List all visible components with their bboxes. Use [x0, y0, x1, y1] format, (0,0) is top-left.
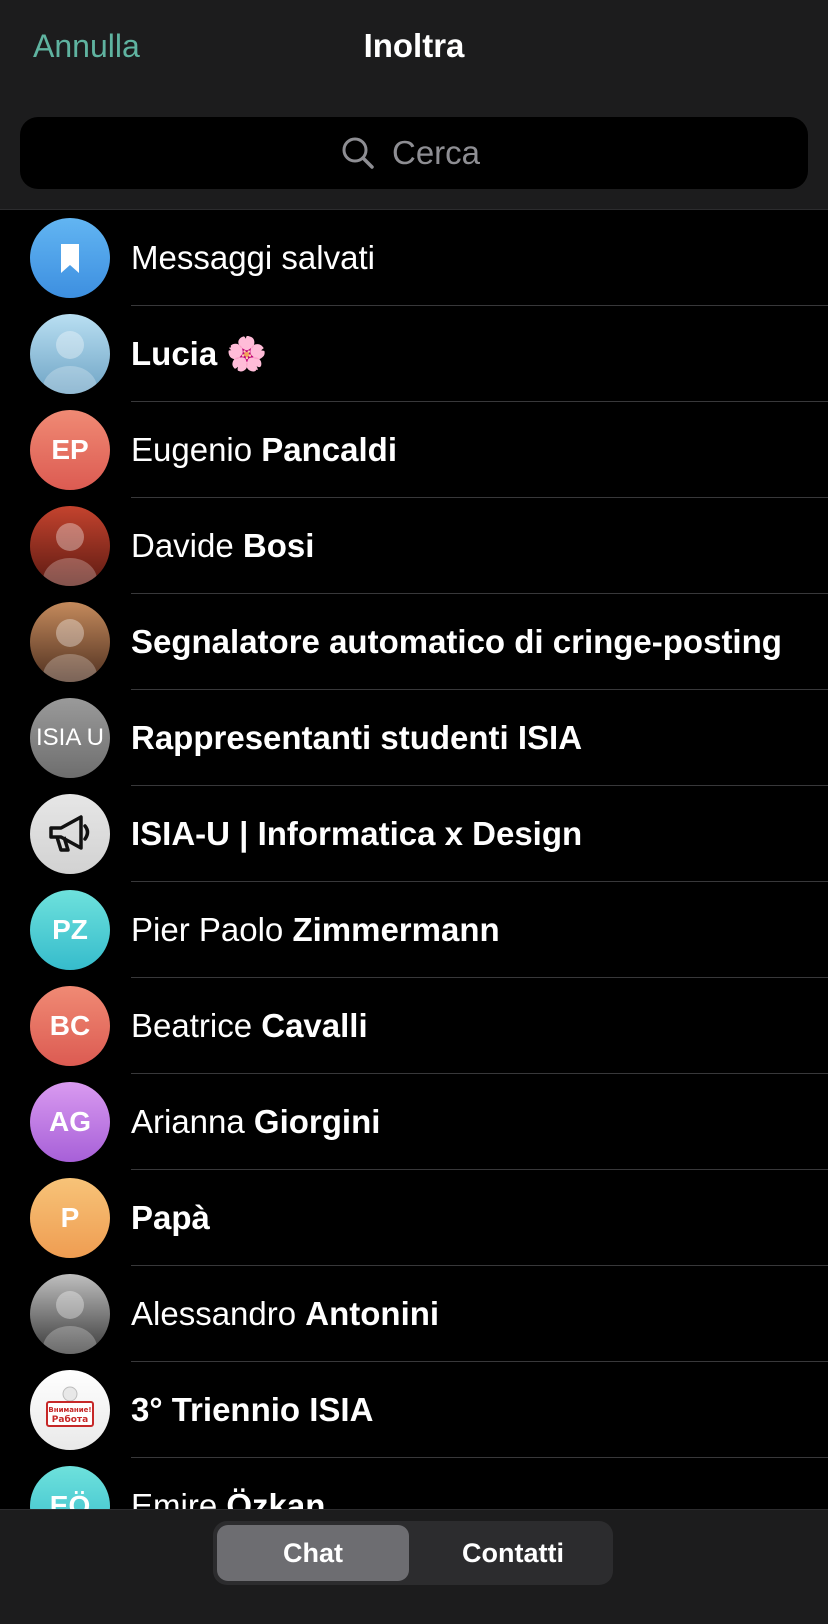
- avatar-initials: P: [60, 1202, 80, 1233]
- chat-row[interactable]: BC Beatrice Cavalli: [0, 978, 828, 1074]
- chat-row[interactable]: ISIA-U | Informatica x Design: [0, 786, 828, 882]
- chat-row[interactable]: P Papà: [0, 1170, 828, 1266]
- bookmark-icon: [50, 238, 90, 278]
- segmented-control: Chat Contatti: [213, 1521, 613, 1585]
- chat-last-name: Antonini: [305, 1295, 440, 1332]
- avatar: EP: [30, 410, 110, 490]
- svg-text:Работа: Работа: [52, 1414, 88, 1425]
- chat-name: Pier Paolo Zimmermann: [131, 882, 500, 978]
- avatar-initials: BC: [49, 1010, 91, 1041]
- chat-first-name: Beatrice: [131, 1007, 253, 1044]
- avatar: [30, 602, 110, 682]
- chat-row[interactable]: Lucia 🌸: [0, 306, 828, 402]
- search-bar[interactable]: [20, 117, 808, 189]
- chat-name: Rappresentanti studenti ISIA: [131, 690, 582, 786]
- chat-name: Davide Bosi: [131, 498, 314, 594]
- page-title: Inoltra: [363, 27, 465, 64]
- chat-first-name: Segnalatore automatico di cringe-posting: [131, 623, 782, 660]
- search-input[interactable]: [392, 134, 488, 172]
- chat-name: Beatrice Cavalli: [131, 978, 368, 1074]
- profile-photo: [30, 314, 110, 394]
- avatar: AG: [30, 1082, 110, 1162]
- chat-first-name: Messaggi salvati: [131, 239, 375, 276]
- chat-first-name: 3° Triennio ISIA: [131, 1391, 374, 1428]
- chat-first-name: Rappresentanti studenti ISIA: [131, 719, 583, 756]
- tab-contacts[interactable]: Contatti: [417, 1525, 609, 1581]
- avatar: [30, 218, 110, 298]
- chat-first-name: Lucia 🌸: [131, 335, 268, 372]
- svg-text:Внимание!: Внимание!: [48, 1406, 91, 1414]
- chat-name: Lucia 🌸: [131, 306, 267, 402]
- chat-row[interactable]: Внимание! Работа 3° Triennio ISIA: [0, 1362, 828, 1458]
- profile-photo: [30, 1274, 110, 1354]
- avatar-initials: EÖ: [49, 1490, 91, 1510]
- chat-first-name: Papà: [131, 1199, 210, 1236]
- header: Annulla Inoltra: [0, 0, 828, 210]
- chat-first-name: Pier Paolo: [131, 911, 284, 948]
- avatar: [30, 314, 110, 394]
- chat-last-name: Giorgini: [253, 1103, 381, 1140]
- avatar-initials: AG: [49, 1106, 91, 1137]
- chat-row[interactable]: PZ Pier Paolo Zimmermann: [0, 882, 828, 978]
- avatar: EÖ: [30, 1466, 110, 1510]
- chat-last-name: Özkan: [226, 1487, 326, 1510]
- chat-last-name: Zimmermann: [292, 911, 500, 948]
- chat-name: Papà: [131, 1170, 210, 1266]
- chat-row[interactable]: EP Eugenio Pancaldi: [0, 402, 828, 498]
- avatar-initials: EP: [51, 434, 89, 465]
- profile-photo: [30, 506, 110, 586]
- chat-last-name: Pancaldi: [261, 431, 398, 468]
- avatar: [30, 1274, 110, 1354]
- chat-row[interactable]: AG Arianna Giorgini: [0, 1074, 828, 1170]
- chat-first-name: Arianna: [131, 1103, 245, 1140]
- avatar-initials: PZ: [52, 914, 88, 945]
- chat-name: Eugenio Pancaldi: [131, 402, 397, 498]
- chat-name: Emire Özkan: [131, 1458, 325, 1510]
- avatar-initials: ISIA U: [35, 724, 105, 751]
- avatar: PZ: [30, 890, 110, 970]
- chat-first-name: Davide: [131, 527, 234, 564]
- chat-first-name: ISIA-U | Informatica x Design: [131, 815, 583, 852]
- chat-first-name: Emire: [131, 1487, 218, 1510]
- sticker-image: Внимание! Работа: [38, 1378, 102, 1442]
- chat-name: Segnalatore automatico di cringe-posting: [131, 594, 782, 690]
- avatar: [30, 794, 110, 874]
- avatar: BC: [30, 986, 110, 1066]
- chat-first-name: Alessandro: [131, 1295, 297, 1332]
- chat-row[interactable]: EÖ Emire Özkan: [0, 1458, 828, 1510]
- chat-name: Messaggi salvati: [131, 210, 375, 306]
- chat-list: Messaggi salvati Lucia 🌸 EP Eugenio Pancald…: [0, 210, 828, 1510]
- profile-photo: [30, 602, 110, 682]
- bottom-bar: Chat Contatti: [0, 1509, 828, 1624]
- search-icon: [340, 135, 376, 171]
- avatar: [30, 506, 110, 586]
- chat-last-name: Bosi: [242, 527, 315, 564]
- chat-last-name: Cavalli: [261, 1007, 368, 1044]
- tab-chat[interactable]: Chat: [217, 1525, 409, 1581]
- chat-row[interactable]: Messaggi salvati: [0, 210, 828, 306]
- chat-name: Arianna Giorgini: [131, 1074, 380, 1170]
- avatar: ISIA U: [30, 698, 110, 778]
- chat-name: Alessandro Antonini: [131, 1266, 439, 1362]
- chat-row[interactable]: Segnalatore automatico di cringe-posting: [0, 594, 828, 690]
- chat-name: 3° Triennio ISIA: [131, 1362, 373, 1458]
- chat-row[interactable]: ISIA U Rappresentanti studenti ISIA: [0, 690, 828, 786]
- chat-row[interactable]: Alessandro Antonini: [0, 1266, 828, 1362]
- chat-row[interactable]: Davide Bosi: [0, 498, 828, 594]
- chat-name: ISIA-U | Informatica x Design: [131, 786, 582, 882]
- megaphone-icon: [42, 806, 98, 862]
- avatar: P: [30, 1178, 110, 1258]
- avatar: Внимание! Работа: [30, 1370, 110, 1450]
- chat-first-name: Eugenio: [131, 431, 253, 468]
